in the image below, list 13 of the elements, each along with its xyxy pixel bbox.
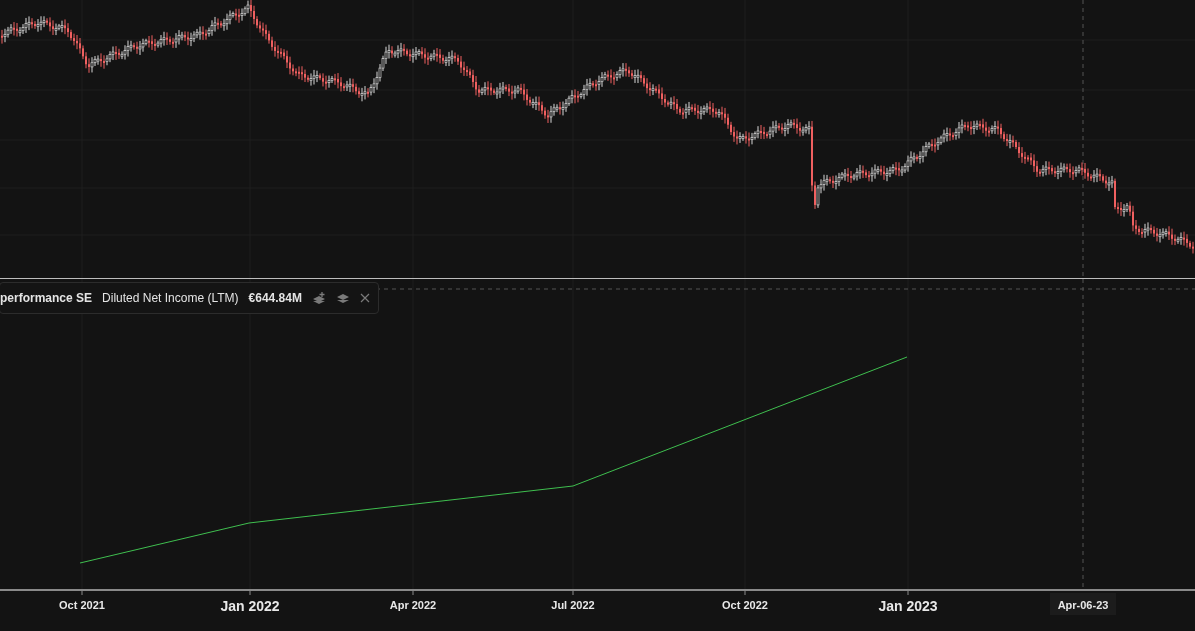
- axis-label: Jan 2022: [220, 598, 280, 614]
- metric-value: €644.84M: [248, 291, 302, 305]
- close-icon[interactable]: [359, 293, 370, 303]
- axis-label: Jan 2023: [878, 598, 938, 614]
- axis-label: Jul 2022: [551, 599, 595, 611]
- axis-label: Oct 2022: [722, 599, 768, 611]
- layers-icon[interactable]: [335, 292, 350, 304]
- crosshair-date: Apr-06-23: [1057, 599, 1109, 611]
- metric-name: Diluted Net Income (LTM): [102, 291, 239, 305]
- axis-label: Oct 2021: [59, 599, 105, 611]
- axis-label: Apr 2022: [389, 599, 437, 611]
- company-name: performance SE: [0, 291, 93, 305]
- layers-plus-icon[interactable]: [311, 292, 326, 304]
